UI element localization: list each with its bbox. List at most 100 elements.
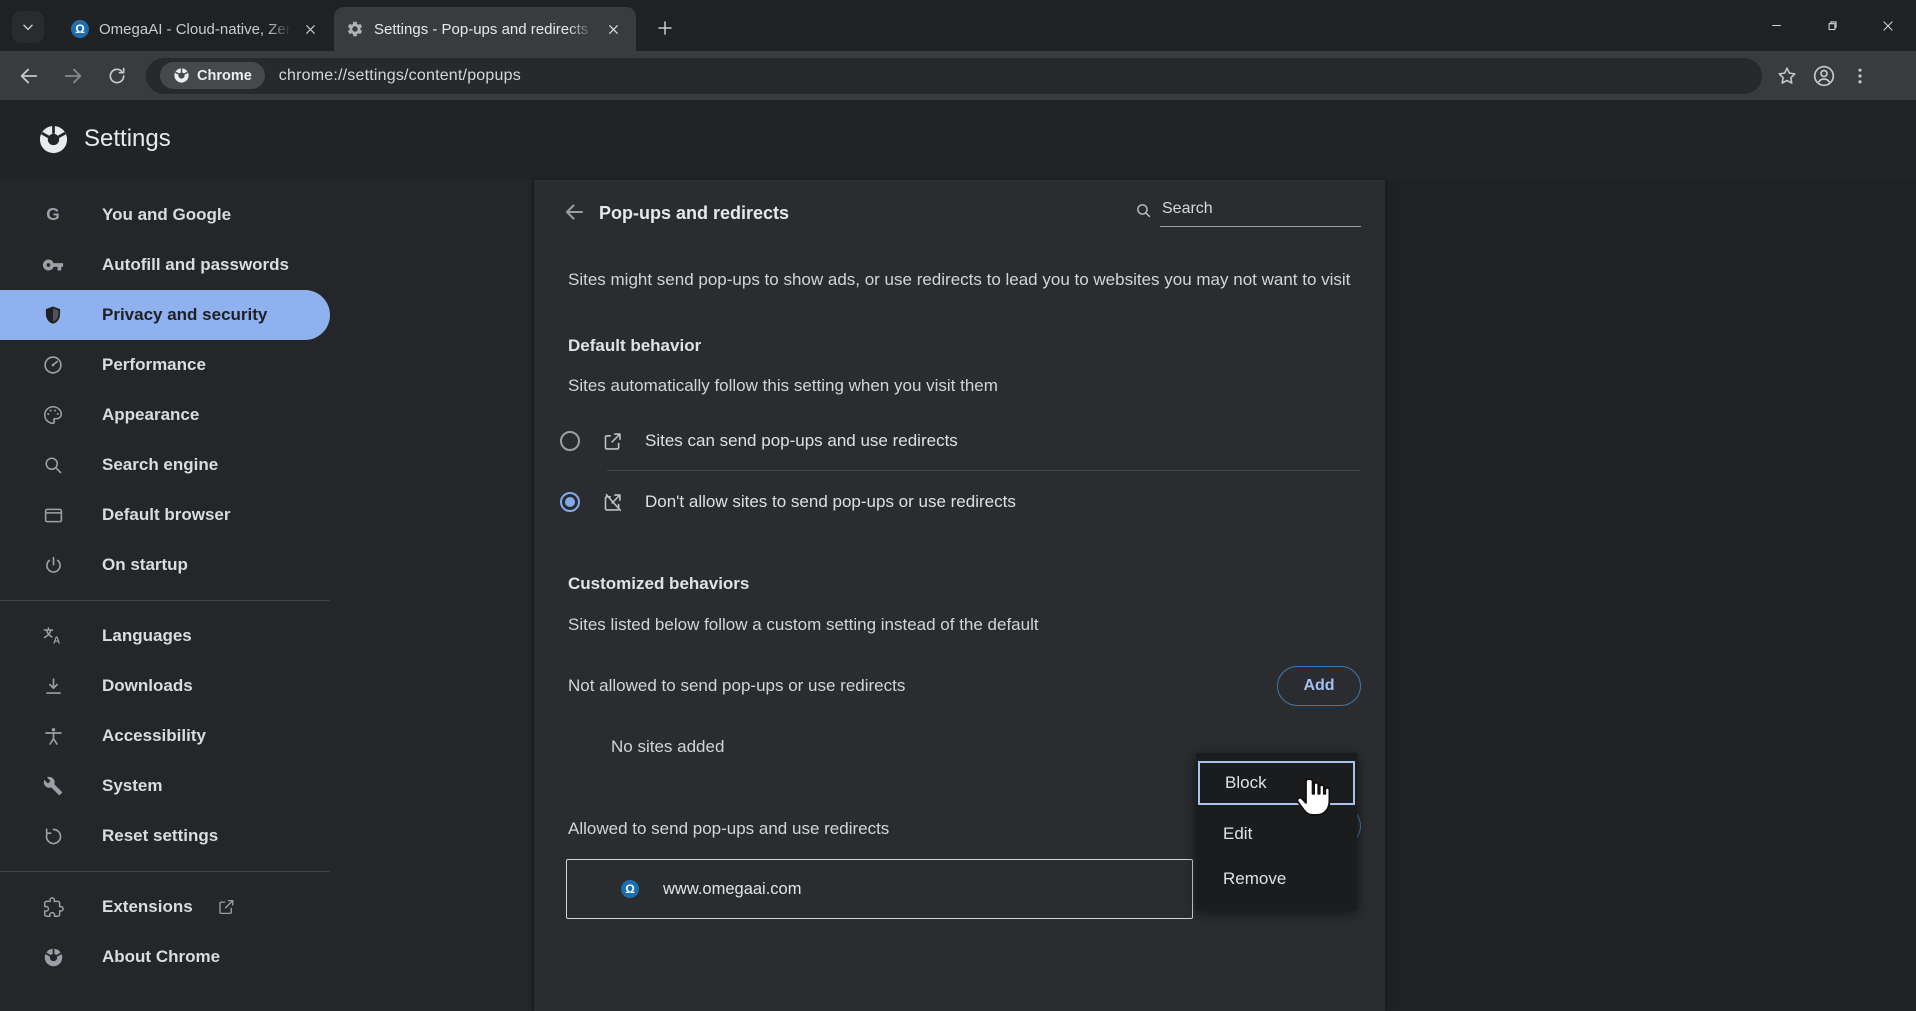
radio-selected[interactable] — [560, 492, 580, 512]
add-button-label: Add — [1303, 677, 1334, 695]
tab-title: OmegaAI - Cloud-native, Zero-F — [99, 21, 291, 38]
sidebar-item-search-engine[interactable]: Search engine — [0, 440, 330, 490]
sidebar-item-autofill[interactable]: Autofill and passwords — [0, 240, 330, 290]
radio-option-block[interactable]: Don't allow sites to send pop-ups or use… — [560, 482, 1360, 522]
page-title: Pop-ups and redirects — [599, 203, 789, 224]
bookmark-star-icon[interactable] — [1776, 65, 1798, 87]
site-chip-label: Chrome — [197, 68, 252, 84]
row-divider — [607, 470, 1360, 471]
sidebar-item-performance[interactable]: Performance — [0, 340, 330, 390]
reset-arrow-icon — [42, 826, 64, 847]
sidebar-item-about-chrome[interactable]: About Chrome — [0, 932, 330, 982]
sidebar-item-reset-settings[interactable]: Reset settings — [0, 811, 330, 861]
search-icon — [1135, 202, 1152, 219]
radio-option-allow[interactable]: Sites can send pop-ups and use redirects — [560, 421, 1360, 461]
popup-blocked-icon — [602, 492, 623, 513]
toolbar-right — [1776, 64, 1870, 88]
sidebar-item-label: Extensions — [102, 897, 193, 917]
close-icon — [607, 23, 620, 36]
restore-button[interactable] — [1804, 0, 1860, 51]
sidebar-item-label: Languages — [102, 626, 192, 646]
sidebar-item-label: Privacy and security — [102, 305, 267, 325]
tab-search-button[interactable] — [12, 11, 44, 43]
sidebar-item-extensions[interactable]: Extensions — [0, 882, 330, 932]
chrome-logo-icon — [38, 124, 69, 155]
plus-icon — [656, 19, 674, 37]
menu-kebab-icon[interactable] — [1850, 66, 1870, 86]
sidebar-item-privacy-security[interactable]: Privacy and security — [0, 290, 330, 340]
chrome-logo-icon — [173, 67, 190, 84]
settings-header: Settings Search settings — [0, 100, 1916, 180]
sidebar-item-label: You and Google — [102, 205, 231, 225]
sidebar-item-label: On startup — [102, 555, 188, 575]
sidebar-item-label: About Chrome — [102, 947, 220, 967]
sidebar-item-label: Accessibility — [102, 726, 206, 746]
power-icon — [42, 555, 64, 576]
sidebar-item-label: Default browser — [102, 505, 230, 525]
google-g-icon: G — [42, 204, 64, 226]
profile-icon[interactable] — [1812, 64, 1836, 88]
minimize-icon — [1770, 19, 1783, 32]
menu-item-label: Block — [1225, 773, 1267, 793]
customized-behaviors-description: Sites listed below follow a custom setti… — [568, 615, 1039, 635]
sidebar-item-appearance[interactable]: Appearance — [0, 390, 330, 440]
settings-title: Settings — [84, 125, 171, 153]
radio-label: Don't allow sites to send pop-ups or use… — [645, 492, 1016, 512]
close-icon — [304, 23, 317, 36]
radio-unselected[interactable] — [560, 431, 580, 451]
chrome-logo-icon — [42, 947, 64, 968]
hand-cursor — [1294, 776, 1336, 822]
tab-close-button[interactable] — [299, 18, 321, 40]
shield-icon — [42, 305, 64, 325]
reload-icon — [107, 66, 127, 86]
search-icon — [42, 455, 64, 476]
allowed-site-row[interactable]: Ω www.omegaai.com — [566, 859, 1193, 919]
sidebar-item-label: System — [102, 776, 162, 796]
allowed-list-label: Allowed to send pop-ups and use redirect… — [568, 819, 889, 839]
restore-icon — [1825, 19, 1839, 33]
palette-icon — [42, 404, 64, 426]
page-search-field[interactable]: Search — [1135, 198, 1361, 232]
sidebar-item-downloads[interactable]: Downloads — [0, 661, 330, 711]
sidebar-item-you-and-google[interactable]: G You and Google — [0, 190, 330, 240]
chrome-site-chip[interactable]: Chrome — [160, 62, 265, 89]
close-icon — [1881, 19, 1895, 33]
blocked-list-label: Not allowed to send pop-ups or use redir… — [568, 676, 905, 696]
tab-omegaai[interactable]: Ω OmegaAI - Cloud-native, Zero-F — [59, 7, 333, 51]
puzzle-icon — [42, 897, 64, 918]
sidebar-item-default-browser[interactable]: Default browser — [0, 490, 330, 540]
titlebar: Ω OmegaAI - Cloud-native, Zero-F Setting… — [0, 0, 1916, 51]
sidebar-item-accessibility[interactable]: Accessibility — [0, 711, 330, 761]
tab-settings[interactable]: Settings - Pop-ups and redirects — [334, 7, 636, 51]
context-menu-item-remove[interactable]: Remove — [1196, 856, 1357, 901]
default-behavior-heading: Default behavior — [568, 336, 701, 356]
sidebar-divider — [0, 871, 330, 872]
new-tab-button[interactable] — [650, 13, 680, 43]
sidebar-item-system[interactable]: System — [0, 761, 330, 811]
tab-close-button[interactable] — [602, 18, 624, 40]
address-bar[interactable]: Chrome chrome://settings/content/popups — [146, 58, 1762, 94]
tab-title: Settings - Pop-ups and redirects — [374, 21, 594, 38]
wrench-icon — [42, 776, 64, 796]
add-blocked-site-button[interactable]: Add — [1277, 666, 1361, 706]
sidebar-divider — [0, 600, 330, 601]
back-button[interactable] — [12, 59, 46, 93]
default-behavior-description: Sites automatically follow this setting … — [568, 376, 998, 396]
menu-item-label: Remove — [1223, 869, 1286, 889]
forward-button[interactable] — [56, 59, 90, 93]
radio-label: Sites can send pop-ups and use redirects — [645, 431, 958, 451]
reload-button[interactable] — [100, 59, 134, 93]
site-favicon: Ω — [621, 880, 639, 898]
sidebar-item-on-startup[interactable]: On startup — [0, 540, 330, 590]
minimize-button[interactable] — [1748, 0, 1804, 51]
chevron-down-icon — [21, 20, 35, 34]
accessibility-person-icon — [42, 726, 64, 747]
blocked-empty-text: No sites added — [611, 737, 724, 757]
site-url: www.omegaai.com — [663, 880, 801, 899]
customized-behaviors-heading: Customized behaviors — [568, 574, 749, 594]
page-back-button[interactable] — [562, 200, 586, 229]
sidebar-item-languages[interactable]: A Languages — [0, 611, 330, 661]
translate-icon: A — [42, 625, 64, 647]
close-window-button[interactable] — [1860, 0, 1916, 51]
sidebar-item-label: Performance — [102, 355, 206, 375]
